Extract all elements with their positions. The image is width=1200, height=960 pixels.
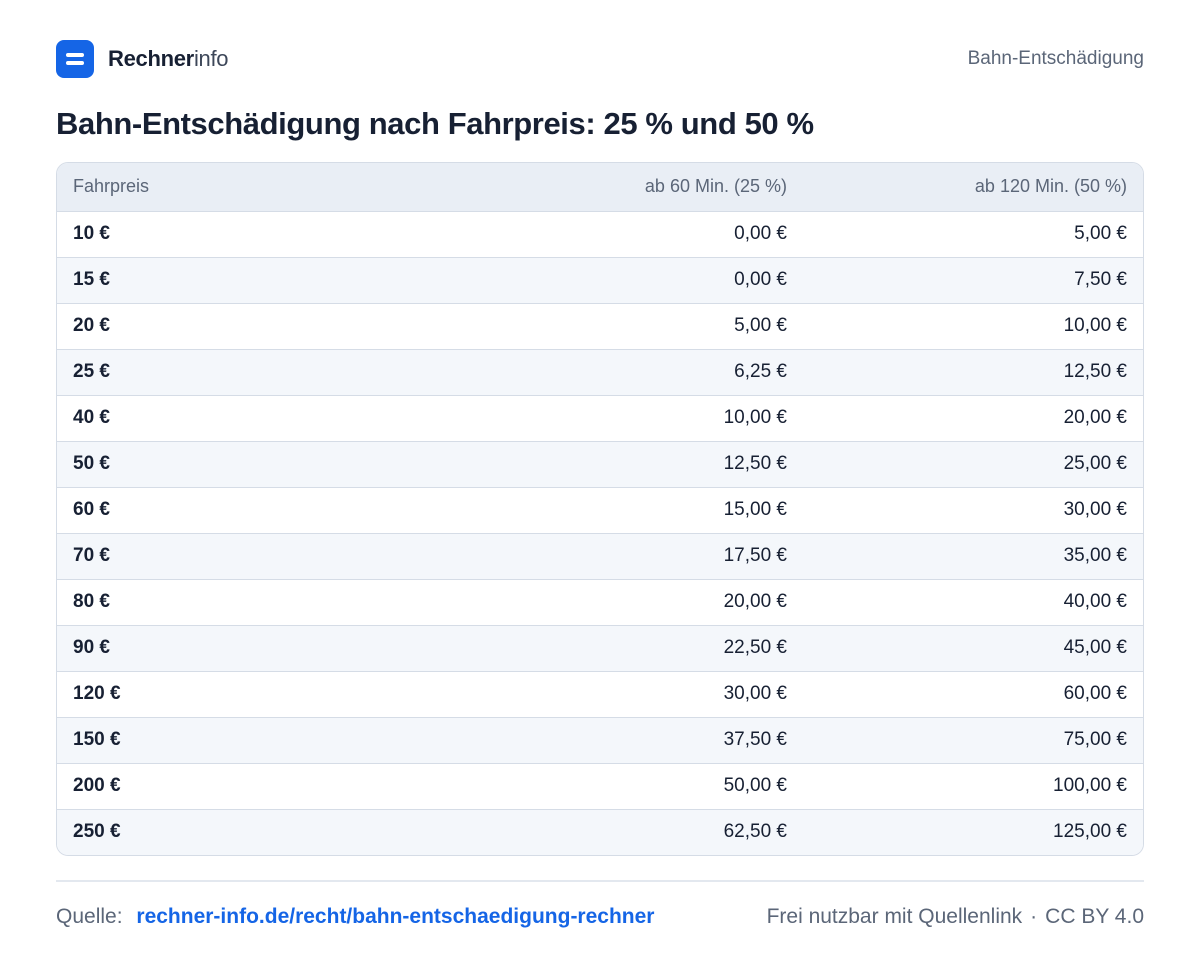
license-separator: · <box>1030 905 1038 928</box>
table-row: 70 €17,50 €35,00 € <box>57 533 1143 580</box>
table-row: 60 €15,00 €30,00 € <box>57 487 1143 534</box>
cell-fare: 40 € <box>57 395 457 442</box>
page-header: Rechnerinfo Bahn-Entschädigung <box>56 40 1144 78</box>
cell-compensation-50: 35,00 € <box>803 533 1143 580</box>
cell-fare: 10 € <box>57 211 457 258</box>
cell-fare: 60 € <box>57 487 457 534</box>
table-row: 10 €0,00 €5,00 € <box>57 211 1143 258</box>
cell-fare: 15 € <box>57 257 457 304</box>
cell-compensation-50: 125,00 € <box>1053 821 1127 843</box>
table-row: 15 €0,00 €7,50 € <box>57 257 1143 304</box>
cell-compensation-25: 20,00 € <box>457 579 803 626</box>
cell-fare: 70 € <box>57 533 457 580</box>
cell-fare: 200 € <box>57 763 457 810</box>
brand-name-light: info <box>193 46 229 71</box>
cell-compensation-25: 6,25 € <box>457 349 803 396</box>
table-header-row: Fahrpreis ab 60 Min. (25 %) ab 120 Min. … <box>57 163 1143 212</box>
cell-fare: 50 € <box>57 441 457 488</box>
cell-compensation-25: 0,00 € <box>457 211 803 258</box>
brand-name-bold: Rechner <box>108 46 194 71</box>
brand[interactable]: Rechnerinfo <box>56 40 229 78</box>
license-name: CC BY 4.0 <box>1045 905 1144 928</box>
cell-fare: 150 € <box>57 717 457 764</box>
table-row: 150 €37,50 €75,00 € <box>57 717 1143 764</box>
cell-compensation-50: 10,00 € <box>803 303 1143 350</box>
cell-fare: 25 € <box>57 349 457 396</box>
license-info: Frei nutzbar mit Quellenlink · CC BY 4.0 <box>767 905 1144 929</box>
cell-compensation-25: 37,50 € <box>457 717 803 764</box>
column-header-120-min: ab 120 Min. (50 %) <box>803 163 1143 212</box>
table-body: 10 €0,00 €5,00 €15 €0,00 €7,50 €20 €5,00… <box>57 211 1143 855</box>
cell-compensation-50: 75,00 € <box>803 717 1143 764</box>
source-link[interactable]: rechner-info.de/recht/bahn-entschaedigun… <box>136 905 654 928</box>
page-footer: Quelle: rechner-info.de/recht/bahn-entsc… <box>56 905 1144 929</box>
cell-compensation-50: 60,00 € <box>803 671 1143 718</box>
cell-compensation-25: 22,50 € <box>457 625 803 672</box>
cell-compensation-50: 100,00 € <box>803 763 1143 810</box>
cell-compensation-50: 5,00 € <box>803 211 1143 258</box>
brand-name: Rechnerinfo <box>108 46 229 72</box>
cell-compensation-25: 15,00 € <box>457 487 803 534</box>
cell-fare: 20 € <box>57 303 457 350</box>
cell-fare: 250 € <box>73 821 121 843</box>
source: Quelle: rechner-info.de/recht/bahn-entsc… <box>56 905 654 929</box>
cell-compensation-50: 12,50 € <box>803 349 1143 396</box>
cell-compensation-25: 10,00 € <box>457 395 803 442</box>
source-label: Quelle: <box>56 905 123 928</box>
footer-divider <box>56 880 1144 882</box>
cell-compensation-25: 62,50 € <box>723 821 787 843</box>
table-row: 80 €20,00 €40,00 € <box>57 579 1143 626</box>
header-topic-label: Bahn-Entschädigung <box>967 48 1144 69</box>
compensation-table: Fahrpreis ab 60 Min. (25 %) ab 120 Min. … <box>56 162 1144 856</box>
table-row: 250 € 62,50 € 125,00 € <box>57 809 1143 855</box>
table-row: 25 €6,25 €12,50 € <box>57 349 1143 396</box>
cell-compensation-25: 12,50 € <box>457 441 803 488</box>
cell-fare: 80 € <box>57 579 457 626</box>
column-header-60-min: ab 60 Min. (25 %) <box>457 163 803 212</box>
cell-fare: 90 € <box>57 625 457 672</box>
table-row: 20 €5,00 €10,00 € <box>57 303 1143 350</box>
rechner-logo-icon <box>56 40 94 78</box>
cell-compensation-50: 20,00 € <box>803 395 1143 442</box>
table-row: 40 €10,00 €20,00 € <box>57 395 1143 442</box>
cell-compensation-25: 17,50 € <box>457 533 803 580</box>
cell-compensation-50: 45,00 € <box>803 625 1143 672</box>
cell-compensation-25: 50,00 € <box>457 763 803 810</box>
cell-compensation-25: 5,00 € <box>457 303 803 350</box>
column-header-fare: Fahrpreis <box>57 163 457 212</box>
table-row: 120 €30,00 €60,00 € <box>57 671 1143 718</box>
page-title: Bahn-Entschädigung nach Fahrpreis: 25 % … <box>56 106 814 141</box>
cell-compensation-50: 40,00 € <box>803 579 1143 626</box>
cell-compensation-25: 0,00 € <box>457 257 803 304</box>
license-text: Frei nutzbar mit Quellenlink <box>766 905 1023 928</box>
cell-compensation-25: 30,00 € <box>457 671 803 718</box>
cell-fare: 120 € <box>57 671 457 718</box>
table-row: 90 €22,50 €45,00 € <box>57 625 1143 672</box>
table-row: 50 €12,50 €25,00 € <box>57 441 1143 488</box>
cell-compensation-50: 7,50 € <box>803 257 1143 304</box>
cell-compensation-50: 25,00 € <box>803 441 1143 488</box>
cell-compensation-50: 30,00 € <box>803 487 1143 534</box>
table-row: 200 €50,00 €100,00 € <box>57 763 1143 810</box>
